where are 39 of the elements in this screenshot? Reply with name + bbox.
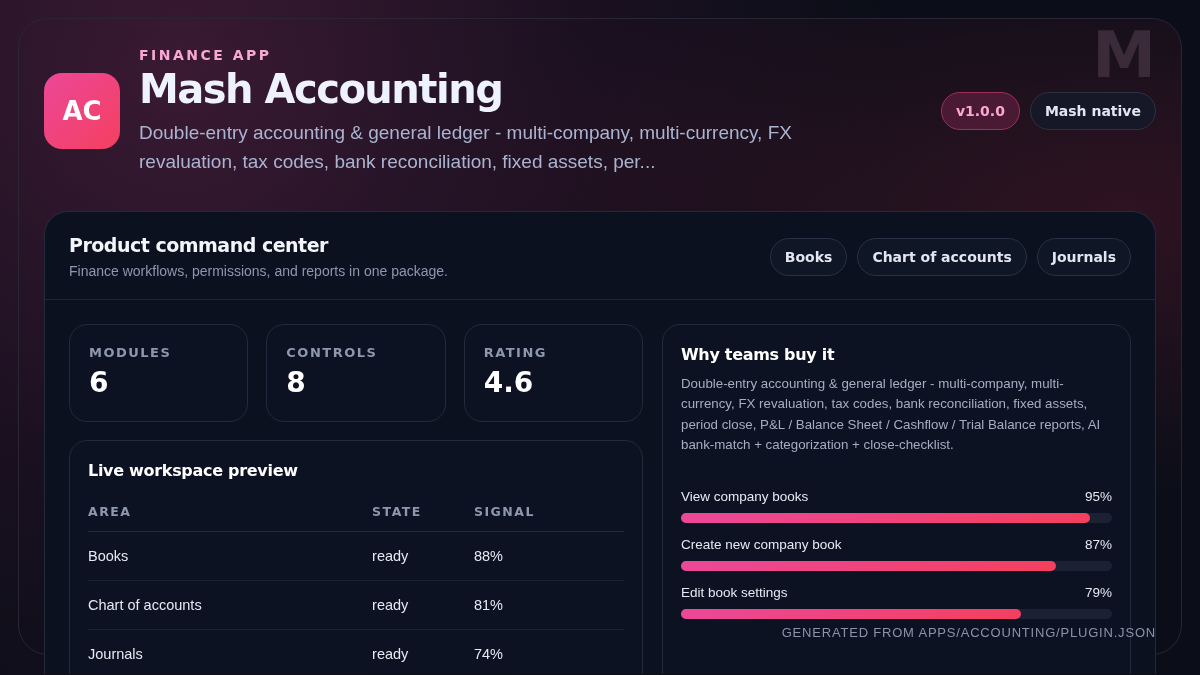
meter-reading: 95% — [1084, 489, 1112, 505]
version-badge: v1.0.0 — [940, 92, 1020, 130]
stat-value: 6 — [89, 366, 110, 399]
stat-label: RATING — [483, 345, 548, 360]
generated-note: GENERATED FROM APPS/ACCOUNTING/PLUGIN.JSON — [781, 625, 1156, 640]
meter-reading: 79% — [1084, 585, 1112, 601]
table-cell: 74% — [473, 629, 624, 674]
column-header: STATE — [372, 494, 474, 532]
nav-pill[interactable]: Chart of accounts — [857, 237, 1027, 276]
column-header: SIGNAL — [473, 494, 624, 532]
meter-label: Create new company book — [681, 537, 842, 553]
table-cell: Journals — [88, 629, 373, 674]
panel-title: Product command center — [69, 234, 330, 256]
stat-value: 4.6 — [483, 366, 535, 399]
eyebrow-label: FINANCE APP — [139, 47, 272, 63]
table-cell: ready — [372, 629, 474, 674]
nav-pill[interactable]: Journals — [1036, 237, 1131, 276]
stat-value: 8 — [286, 366, 307, 399]
table-cell: 88% — [473, 531, 624, 581]
column-header: AREA — [88, 494, 373, 532]
stat-label: CONTROLS — [286, 345, 379, 360]
panel-subtitle: Finance workflows, permissions, and reports in one package. — [69, 263, 448, 279]
meter-reading: 87% — [1084, 537, 1112, 553]
nav-pill[interactable]: Books — [769, 237, 848, 276]
table-cell: ready — [372, 531, 474, 581]
stat-label: MODULES — [89, 345, 173, 360]
card-title: Live workspace preview — [88, 461, 299, 480]
tag-badge: Mash native — [1029, 92, 1156, 130]
card-description: Double-entry accounting & general ledger - multi-company, multi-currency, FX revaluation, tax codes, bank reconciliation, fixed assets, period close, P&L / Balance Sheet / Cashflow / Trial Balance reports, AI bank-match + categorization + close-checklist. — [681, 375, 1102, 454]
app-logo: AC — [44, 73, 120, 149]
table-cell: 81% — [473, 580, 624, 630]
app-description: Double-entry accounting & general ledger - multi-company, multi-currency, FX revaluation, tax codes, bank reconciliation, fixed assets, per... — [139, 121, 793, 174]
table-cell: ready — [372, 580, 474, 630]
table-cell: Chart of accounts — [88, 580, 373, 630]
card-title: Why teams buy it — [681, 345, 836, 364]
meter-label: View company books — [681, 489, 809, 505]
table-cell: Books — [88, 531, 373, 581]
app-title: Mash Accounting — [139, 66, 504, 112]
meter-label: Edit book settings — [681, 585, 788, 601]
